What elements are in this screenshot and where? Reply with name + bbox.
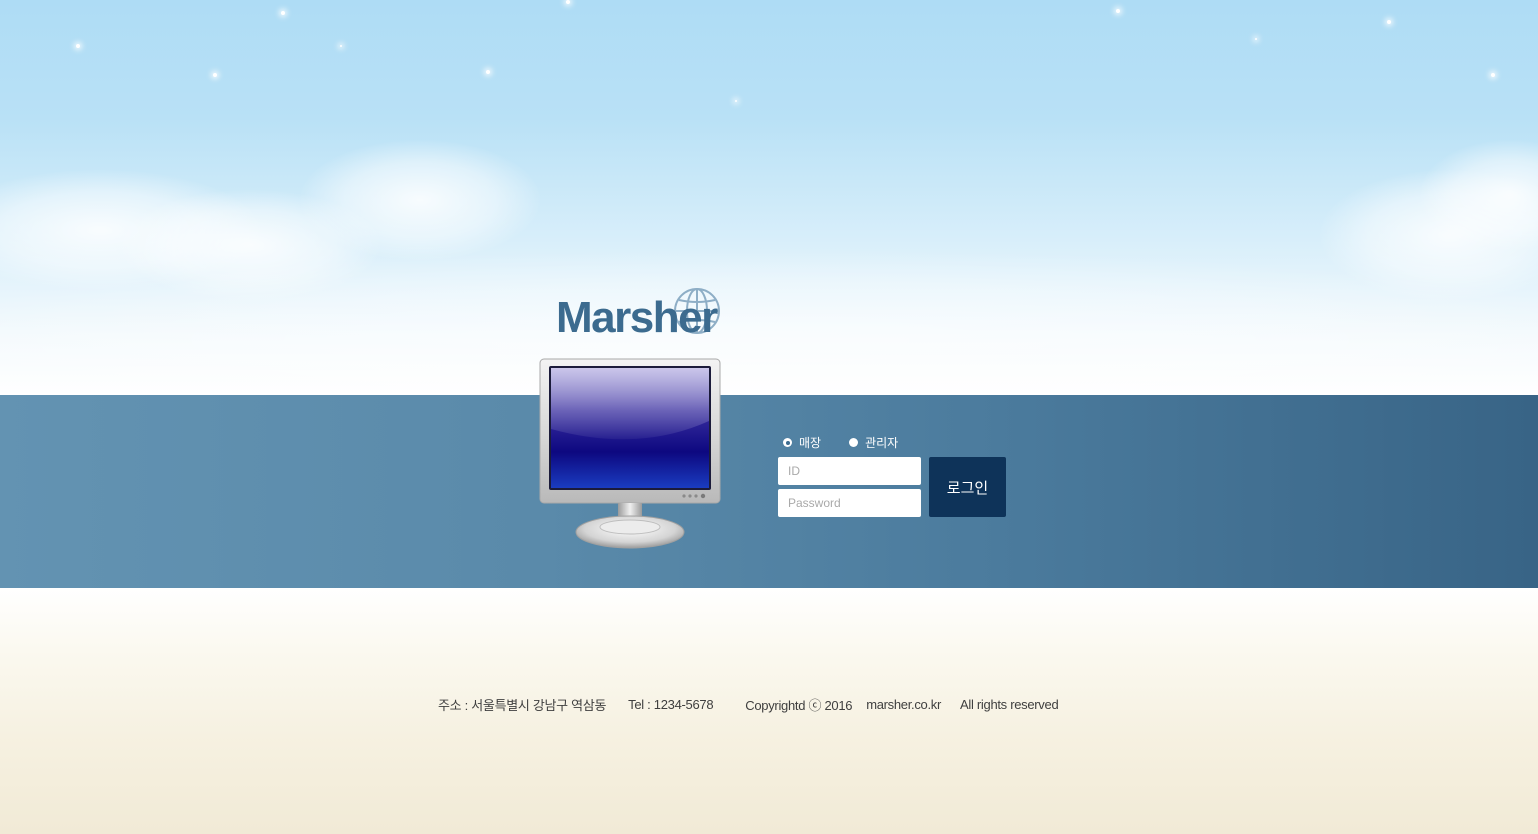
footer-address: 주소 : 서울특별시 강남구 역삼동 (438, 698, 607, 713)
login-button[interactable]: 로그인 (929, 457, 1006, 517)
login-type-selector: 매장 관리자 (783, 434, 926, 451)
radio-store[interactable]: 매장 (783, 434, 821, 451)
login-page: Marsher 매장 관리자 ID 로그인 주소: 서울특별시 강남구 역삼동… (0, 0, 1538, 834)
radio-store-label: 매장 (799, 436, 822, 450)
footer-rights: All rights reserved (960, 697, 1059, 712)
radio-store-indicator[interactable] (783, 438, 792, 447)
sky-background (0, 0, 1538, 395)
footer-copyright: Copyrightd ⓒ 2016 (745, 698, 853, 713)
logo: Marsher (556, 288, 726, 346)
password-input[interactable] (778, 489, 921, 517)
radio-admin[interactable]: 관리자 (849, 434, 898, 451)
footer-tel: Tel : 1234-5678 (628, 697, 714, 712)
logo-text: Marsher (556, 293, 718, 342)
id-input[interactable] (778, 457, 921, 485)
radio-admin-indicator[interactable] (849, 438, 859, 447)
footer-domain: marsher.co.kr (866, 697, 942, 712)
footer: 주소 : 서울특별시 강남구 역삼동 Tel : 1234-5678 Copyr… (438, 695, 1059, 714)
login-band (0, 395, 1538, 588)
monitor-illustration (538, 357, 722, 552)
radio-admin-label: 관리자 (865, 436, 899, 450)
